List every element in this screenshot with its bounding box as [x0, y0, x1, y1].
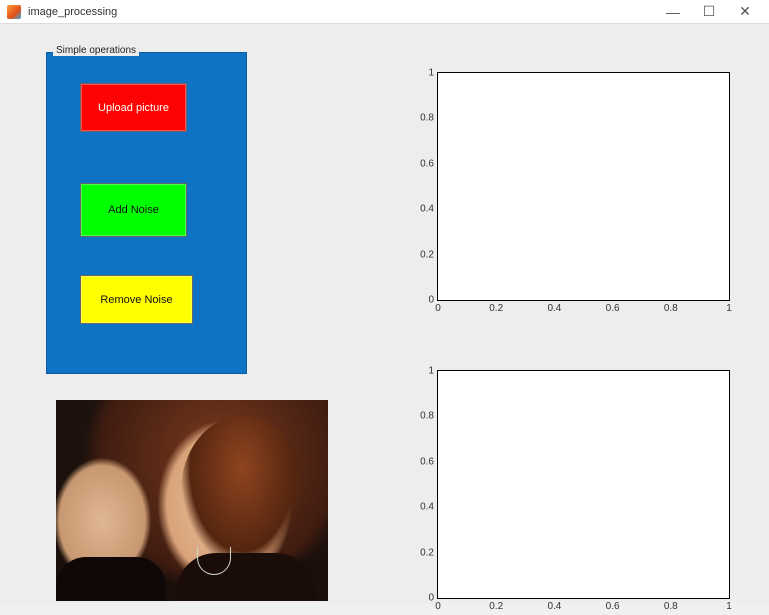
upload-picture-button[interactable]: Upload picture [80, 83, 187, 132]
button-label: Add Noise [108, 204, 159, 216]
ytick: 1 [428, 366, 434, 377]
xtick: 0.4 [547, 303, 561, 314]
ytick: 0 [428, 593, 434, 604]
ytick: 0.8 [420, 113, 434, 124]
title-bar: image_processing ― ☐ ✕ [0, 0, 769, 24]
ytick: 0.6 [420, 158, 434, 169]
image-region [181, 416, 303, 566]
x-ticks: 0 0.2 0.4 0.6 0.8 1 [438, 303, 729, 317]
ytick: 0.2 [420, 249, 434, 260]
window-title: image_processing [28, 6, 655, 18]
ytick: 0.8 [420, 411, 434, 422]
minimize-button[interactable]: ― [655, 0, 691, 24]
ytick: 0.6 [420, 456, 434, 467]
xtick: 0.6 [606, 303, 620, 314]
ytick: 0 [428, 295, 434, 306]
simple-operations-panel: Simple operations Upload picture Add Noi… [46, 52, 247, 374]
add-noise-button[interactable]: Add Noise [80, 183, 187, 237]
y-ticks: 1 0.8 0.6 0.4 0.2 0 [406, 73, 436, 300]
uploaded-image [56, 400, 328, 601]
axes-top-right: 1 0.8 0.6 0.4 0.2 0 0 0.2 0.4 0.6 0.8 1 [437, 72, 730, 301]
matlab-icon [6, 4, 22, 20]
xtick: 1 [726, 303, 732, 314]
button-label: Remove Noise [100, 294, 172, 306]
figure-client-area: Simple operations Upload picture Add Noi… [0, 24, 769, 603]
axes-bottom-right: 1 0.8 0.6 0.4 0.2 0 0 0.2 0.4 0.6 0.8 1 [437, 370, 730, 599]
ytick: 0.2 [420, 547, 434, 558]
ytick: 1 [428, 68, 434, 79]
window-buttons: ― ☐ ✕ [655, 0, 763, 24]
panel-title: Simple operations [53, 45, 139, 56]
button-label: Upload picture [98, 102, 169, 114]
xtick: 0 [435, 303, 441, 314]
close-button[interactable]: ✕ [727, 0, 763, 24]
remove-noise-button[interactable]: Remove Noise [80, 275, 193, 324]
ytick: 0.4 [420, 502, 434, 513]
xtick: 0.8 [664, 303, 678, 314]
xtick: 0.2 [489, 303, 503, 314]
image-region [56, 557, 166, 601]
x-ticks: 0 0.2 0.4 0.6 0.8 1 [438, 601, 729, 615]
maximize-button[interactable]: ☐ [691, 0, 727, 24]
ytick: 0.4 [420, 204, 434, 215]
y-ticks: 1 0.8 0.6 0.4 0.2 0 [406, 371, 436, 598]
axes-image-display [56, 400, 328, 601]
